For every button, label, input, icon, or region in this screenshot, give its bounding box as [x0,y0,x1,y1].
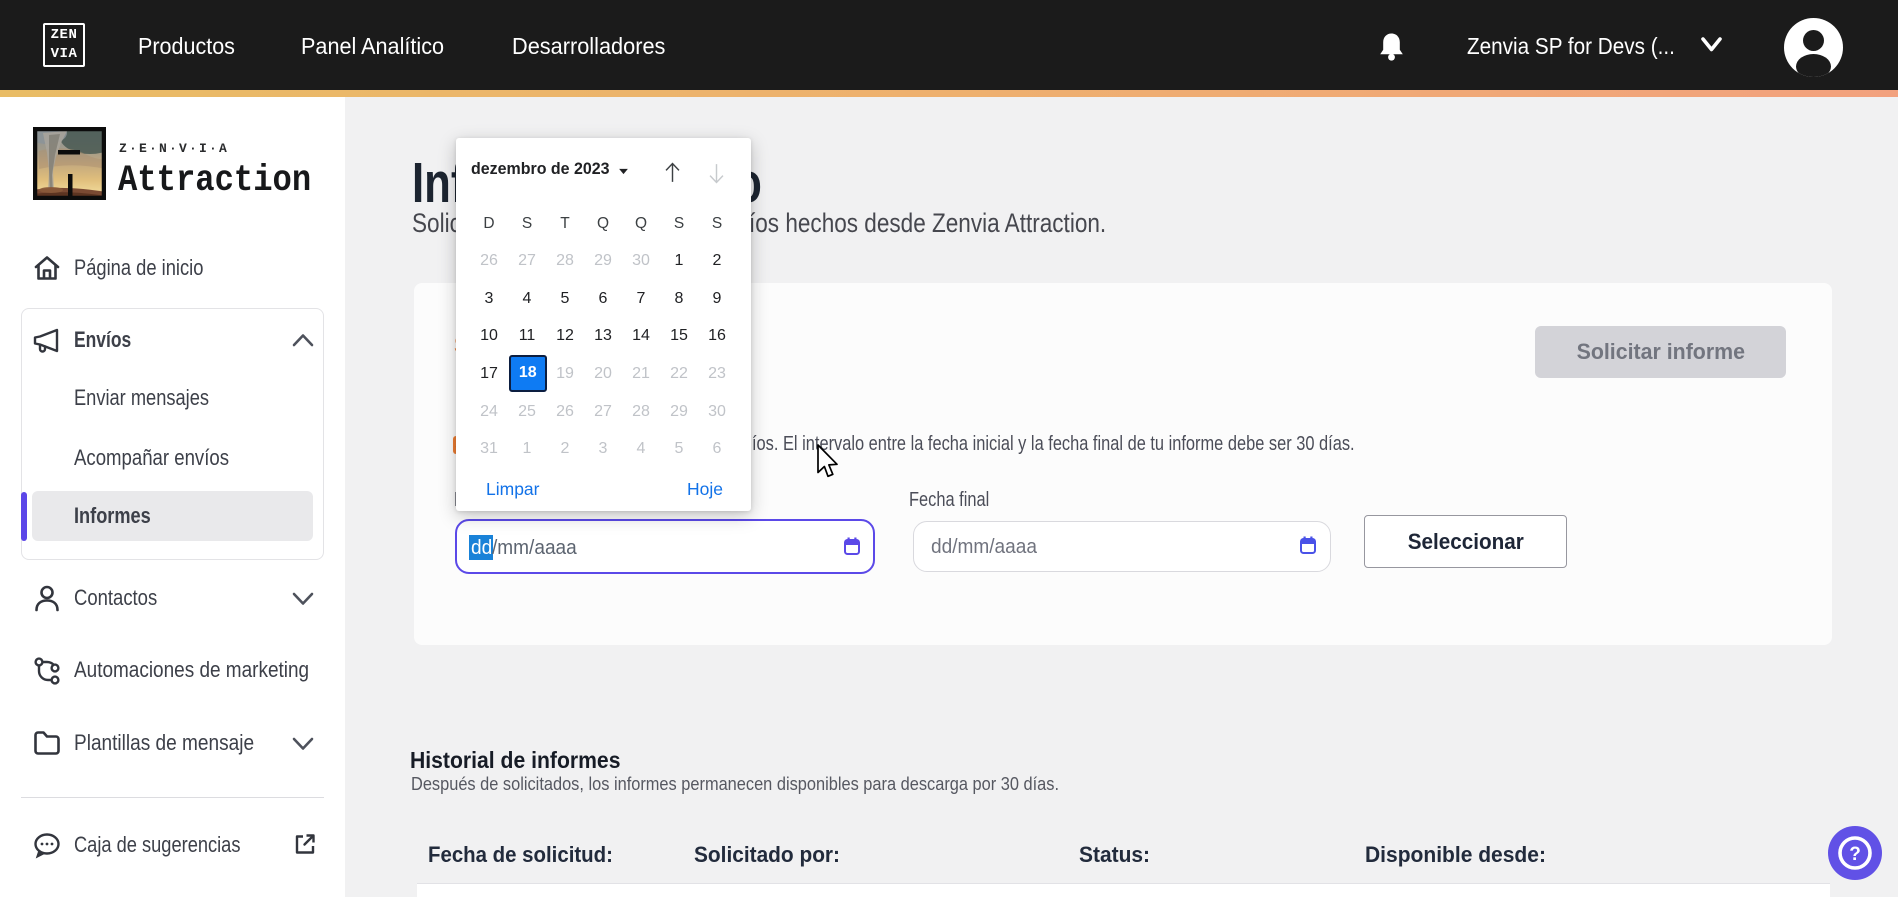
svg-text:?: ? [1849,844,1861,865]
